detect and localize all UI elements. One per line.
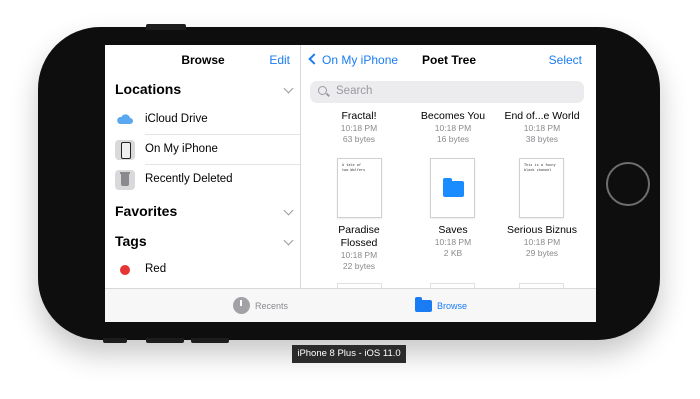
file-item-end-of-the-world[interactable]: End of...e World 10:18 PM 38 bytes: [497, 110, 587, 145]
folder-icon: [415, 297, 432, 312]
file-time: 10:18 PM: [523, 123, 561, 133]
file-size: 38 bytes: [525, 134, 559, 144]
red-tag-icon: [120, 265, 130, 275]
device-caption: iPhone 8 Plus - iOS 11.0: [292, 345, 406, 363]
sidebar-item-icloud-drive[interactable]: iCloud Drive: [115, 105, 300, 135]
file-name: Saves: [438, 224, 468, 236]
file-name-line1: Paradise: [338, 224, 380, 236]
phone-icon: [115, 140, 135, 160]
file-size: 2 KB: [443, 248, 463, 258]
search-icon: [318, 86, 327, 95]
sidebar-item-on-my-iphone[interactable]: On My iPhone: [115, 135, 300, 165]
file-item-saves[interactable]: Saves 10:18 PM 2 KB: [408, 224, 498, 259]
document-preview-text: A tale of two Wolfers: [342, 163, 366, 172]
tab-recents[interactable]: Recents: [233, 296, 303, 316]
file-name: Fractal!: [341, 110, 377, 122]
sidebar-item-label: Recently Deleted: [145, 173, 233, 185]
volume-down-button: [191, 338, 229, 343]
document-thumbnail[interactable]: This is a funny black channel: [519, 158, 564, 218]
folder-icon: [443, 178, 464, 197]
favorites-header[interactable]: Favorites: [115, 203, 177, 219]
clock-icon: [233, 297, 250, 314]
file-time: 10:18 PM: [340, 123, 378, 133]
file-item-fractal[interactable]: Fractal! 10:18 PM 63 bytes: [314, 110, 404, 145]
file-time: 10:18 PM: [434, 123, 472, 133]
tab-label: Recents: [255, 301, 289, 311]
sidebar-item-recently-deleted[interactable]: Recently Deleted: [115, 165, 300, 195]
search-field[interactable]: Search: [310, 81, 584, 103]
power-button: [146, 24, 186, 30]
document-thumbnail[interactable]: A tale of two Wolfers: [337, 158, 382, 218]
home-button[interactable]: [606, 162, 650, 206]
file-name: Serious Biznus: [506, 224, 578, 236]
file-size: 22 bytes: [342, 261, 376, 271]
select-button[interactable]: Select: [549, 53, 582, 67]
file-item-serious-biznus[interactable]: Serious Biznus 10:18 PM 29 bytes: [497, 224, 587, 259]
file-size: 16 bytes: [436, 134, 470, 144]
file-item-becomes-you[interactable]: Becomes You 10:18 PM 16 bytes: [408, 110, 498, 145]
sidebar-item-label: Red: [145, 263, 167, 275]
file-item-paradise-flossed[interactable]: Paradise Flossed 10:18 PM 22 bytes: [314, 224, 404, 272]
sidebar-item-label: On My iPhone: [145, 143, 218, 155]
file-name-line2: Flossed: [340, 237, 378, 249]
mute-switch: [103, 338, 127, 343]
folder-thumbnail[interactable]: [430, 158, 475, 218]
tab-browse[interactable]: Browse: [415, 296, 485, 316]
file-size: 29 bytes: [525, 248, 559, 258]
document-preview-text: This is a funny black channel: [524, 163, 556, 172]
volume-up-button: [146, 338, 184, 343]
file-browser: On My iPhone Poet Tree Select Search Fra…: [302, 45, 596, 289]
chevron-down-icon[interactable]: [283, 235, 294, 246]
chevron-down-icon[interactable]: [283, 205, 294, 216]
file-name: Becomes You: [420, 110, 486, 122]
tags-header[interactable]: Tags: [115, 233, 147, 249]
cloud-icon: [115, 110, 135, 130]
file-time: 10:18 PM: [340, 250, 378, 260]
file-size: 63 bytes: [342, 134, 376, 144]
chevron-down-icon[interactable]: [283, 83, 294, 94]
trash-icon: [115, 170, 135, 190]
file-time: 10:18 PM: [434, 237, 472, 247]
sidebar-item-label: iCloud Drive: [145, 113, 208, 125]
screen: Browse Edit Locations iCloud Drive On My…: [105, 45, 596, 322]
sidebar-item-tag-red[interactable]: Red: [115, 255, 300, 285]
edit-button[interactable]: Edit: [269, 53, 290, 67]
tab-bar: Recents Browse: [105, 288, 596, 322]
tab-label: Browse: [437, 301, 468, 311]
search-placeholder: Search: [336, 85, 373, 97]
file-name: End of...e World: [504, 110, 580, 122]
locations-header[interactable]: Locations: [115, 81, 181, 97]
file-time: 10:18 PM: [523, 237, 561, 247]
sidebar: Browse Edit Locations iCloud Drive On My…: [105, 45, 301, 288]
